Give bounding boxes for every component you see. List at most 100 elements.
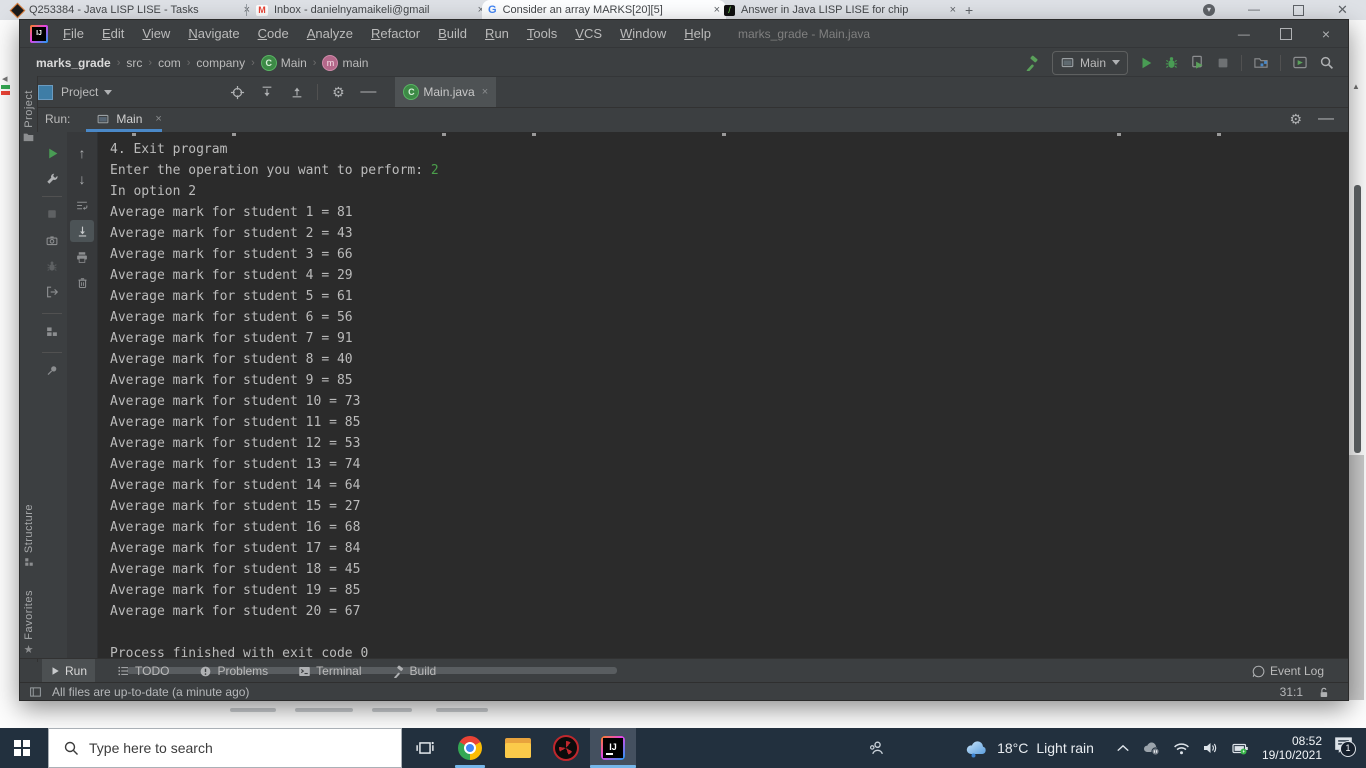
menu-build[interactable]: Build — [429, 26, 476, 41]
browser-restore-button[interactable] — [1293, 5, 1304, 16]
gear-icon[interactable]: ⚙ — [323, 79, 353, 105]
soft-wrap-icon[interactable] — [67, 192, 97, 218]
debug-button[interactable] — [1164, 55, 1179, 70]
weather-widget[interactable]: 18°C Light rain — [963, 738, 1094, 758]
breadcrumb-class[interactable]: Main — [281, 56, 307, 70]
wifi-icon[interactable] — [1173, 742, 1190, 755]
up-stack-trace-icon[interactable]: ↑ — [67, 140, 97, 166]
stop-button[interactable] — [1216, 56, 1230, 70]
hidden-icons-chevron-icon[interactable] — [1116, 743, 1130, 753]
hide-panel-icon[interactable]: — — [1318, 110, 1334, 128]
tab-close-icon[interactable]: × — [950, 4, 956, 16]
menu-help[interactable]: Help — [675, 26, 720, 41]
console-output[interactable]: 4. Exit program Enter the operation you w… — [110, 139, 439, 664]
taskbar-antivirus-button[interactable] — [544, 728, 588, 768]
taskbar-clock[interactable]: 08:52 19/10/2021 — [1262, 734, 1322, 762]
locate-target-icon[interactable] — [222, 79, 252, 105]
breadcrumb-method[interactable]: main — [342, 56, 368, 70]
hide-panel-icon[interactable]: — — [353, 79, 383, 105]
layout-icon[interactable] — [37, 318, 67, 344]
page-text-fragment — [372, 708, 412, 712]
editor-tab-main-java[interactable]: C Main.java × — [395, 77, 497, 107]
build-hammer-icon[interactable] — [1023, 50, 1041, 76]
expand-all-icon[interactable] — [252, 79, 282, 105]
toolbar-build-button[interactable]: Build — [384, 659, 445, 683]
clear-console-trash-icon[interactable] — [67, 270, 97, 296]
browser-tab-3-active[interactable]: G Consider an array MARKS[20][5] × — [482, 0, 726, 20]
toolbar-run-button[interactable]: Run — [42, 659, 96, 683]
battery-charging-icon[interactable] — [1231, 742, 1250, 755]
stripe-button-project[interactable]: Project — [20, 90, 37, 142]
console-vertical-scrollbar[interactable] — [1354, 185, 1361, 453]
breadcrumb-company[interactable]: company — [196, 56, 245, 70]
tab-search-icon[interactable]: ▾ — [1203, 4, 1215, 16]
restart-debug-icon[interactable] — [37, 253, 67, 279]
speaker-icon[interactable] — [1202, 741, 1219, 755]
breadcrumb-project[interactable]: marks_grade — [36, 56, 111, 70]
task-view-button[interactable] — [403, 728, 447, 768]
search-everywhere-icon[interactable] — [1319, 55, 1334, 70]
pin-icon[interactable] — [37, 357, 67, 383]
menu-code[interactable]: Code — [249, 26, 298, 41]
menu-edit[interactable]: Edit — [93, 26, 133, 41]
caret-position[interactable]: 31:1 — [1280, 685, 1303, 699]
scroll-up-icon[interactable]: ▲ — [1352, 82, 1360, 91]
menu-file[interactable]: File — [54, 26, 93, 41]
people-icon[interactable] — [868, 740, 885, 757]
gear-icon[interactable]: ⚙ — [1289, 111, 1302, 128]
stripe-button-favorites[interactable]: Favorites ★ — [20, 590, 37, 656]
menu-run[interactable]: Run — [476, 26, 518, 41]
browser-minimize-button[interactable]: — — [1248, 3, 1260, 15]
action-center-button[interactable]: 1 — [1334, 736, 1358, 760]
browser-tab-2[interactable]: M Inbox - danielnyamaikeli@gmail × — [250, 0, 490, 20]
menu-navigate[interactable]: Navigate — [179, 26, 248, 41]
event-log-button[interactable]: Event Log — [1244, 659, 1332, 683]
tab-close-icon[interactable]: × — [155, 113, 161, 125]
project-panel-title[interactable]: Project — [61, 85, 98, 99]
minimize-icon[interactable]: — — [1238, 27, 1250, 41]
edit-configuration-wrench-icon[interactable] — [37, 166, 67, 192]
browser-close-button[interactable]: ✕ — [1337, 3, 1348, 16]
rerun-button[interactable] — [37, 140, 67, 166]
new-tab-button[interactable]: + — [965, 3, 973, 17]
run-button[interactable] — [1139, 56, 1153, 70]
breadcrumb-src[interactable]: src — [126, 56, 142, 70]
exit-icon[interactable] — [37, 279, 67, 305]
menu-tools[interactable]: Tools — [518, 26, 566, 41]
maximize-icon[interactable] — [1279, 27, 1292, 40]
browser-scrollbar[interactable] — [1349, 455, 1364, 700]
start-button[interactable] — [0, 728, 44, 768]
close-icon[interactable]: × — [1322, 26, 1330, 42]
run-with-coverage-button[interactable] — [1190, 55, 1205, 70]
toolbar-problems-button[interactable]: Problems — [191, 659, 276, 683]
toolbar-todo-button[interactable]: TODO — [109, 659, 177, 683]
unlock-icon[interactable] — [1317, 686, 1330, 699]
run-anything-icon[interactable] — [1292, 55, 1308, 70]
profiler-icon[interactable] — [1253, 55, 1269, 70]
browser-tab-1[interactable]: Q253384 - Java LISP LISE - Tasks × — [6, 0, 256, 20]
run-config-selector[interactable]: Main — [1051, 50, 1128, 75]
thread-dump-camera-icon[interactable] — [37, 227, 67, 253]
scroll-to-end-button[interactable] — [67, 218, 97, 244]
down-stack-trace-icon[interactable]: ↓ — [67, 166, 97, 192]
taskbar-file-explorer-button[interactable] — [496, 728, 540, 768]
menu-refactor[interactable]: Refactor — [362, 26, 429, 41]
stripe-button-structure[interactable]: Structure — [20, 504, 37, 567]
onedrive-paused-icon[interactable] — [1142, 741, 1161, 756]
tab-close-icon[interactable]: × — [482, 86, 488, 98]
toolbar-terminal-button[interactable]: Terminal — [290, 659, 369, 683]
taskbar-intellij-button-active[interactable]: IJ — [590, 728, 636, 768]
chevron-down-icon[interactable] — [104, 89, 113, 95]
tool-window-toggle-icon[interactable] — [26, 679, 44, 705]
taskbar-search-box[interactable]: Type here to search — [48, 728, 402, 768]
menu-analyze[interactable]: Analyze — [298, 26, 362, 41]
menu-vcs[interactable]: VCS — [566, 26, 611, 41]
menu-window[interactable]: Window — [611, 26, 675, 41]
browser-tab-4[interactable]: / Answer in Java LISP LISE for chip × — [718, 0, 962, 20]
taskbar-chrome-button[interactable] — [448, 728, 492, 768]
breadcrumb-com[interactable]: com — [158, 56, 181, 70]
print-icon[interactable] — [67, 244, 97, 270]
stop-button[interactable] — [37, 201, 67, 227]
collapse-all-icon[interactable] — [282, 79, 312, 105]
menu-view[interactable]: View — [133, 26, 179, 41]
